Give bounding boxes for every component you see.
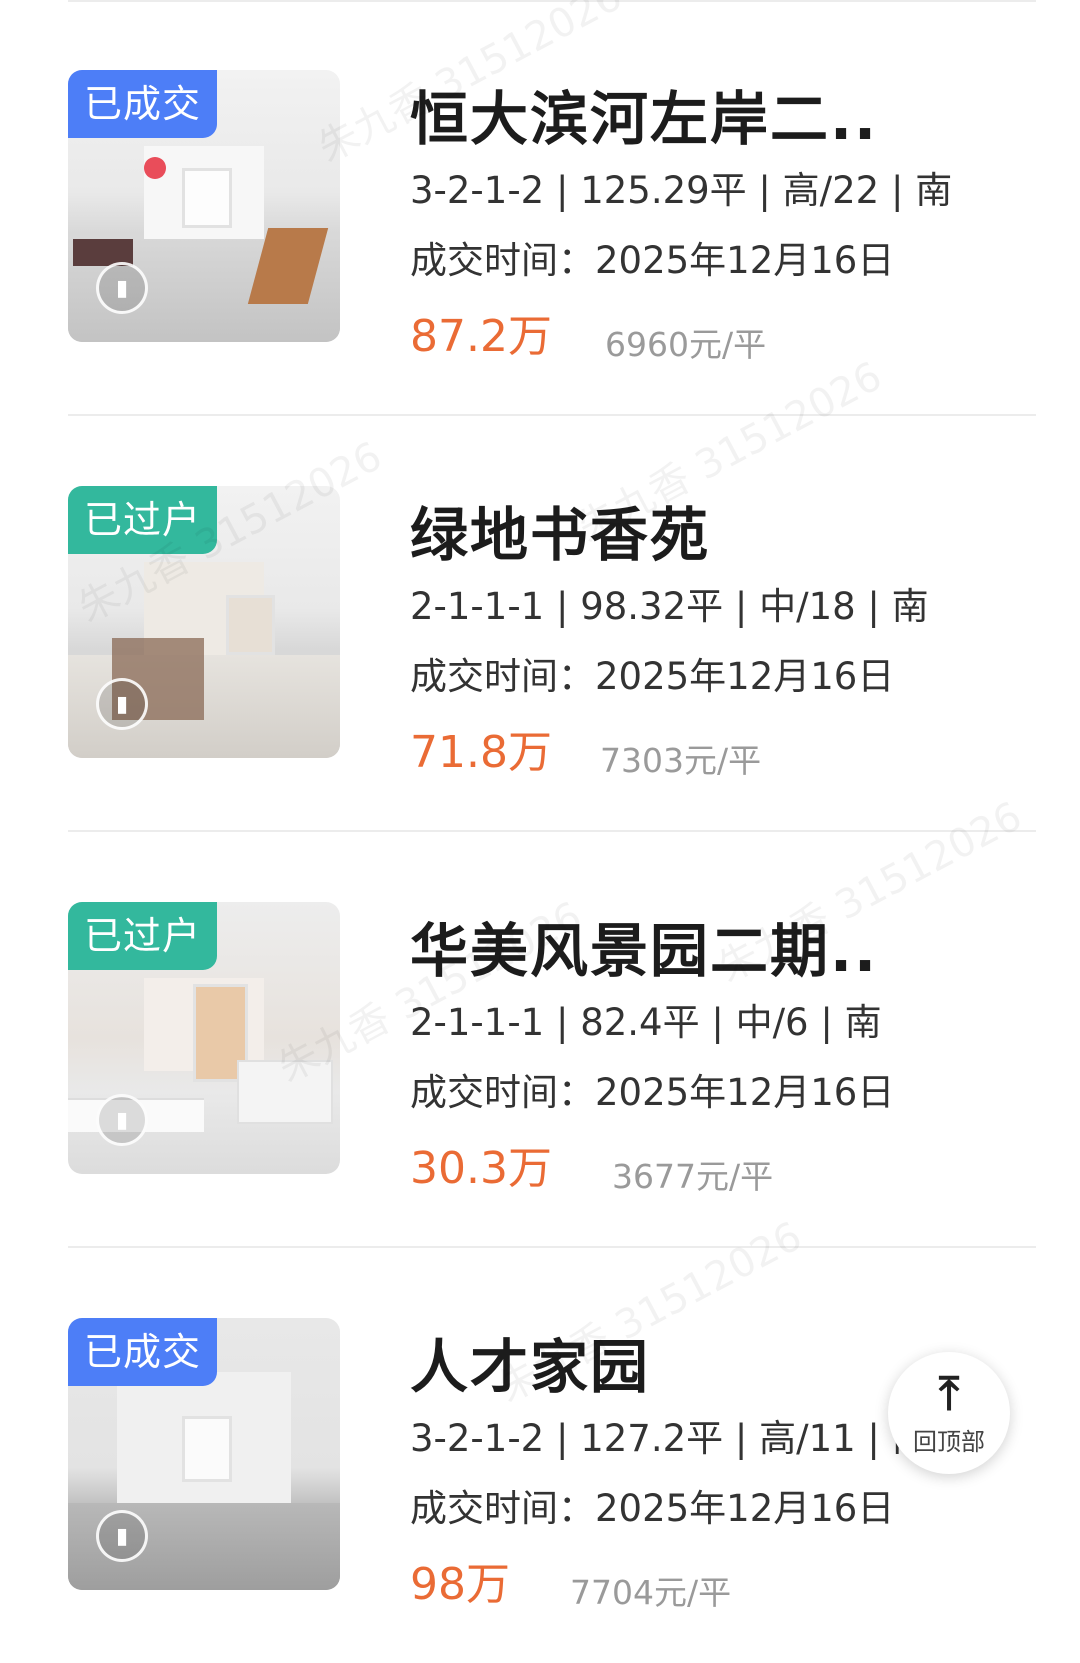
back-to-top-button[interactable]: ⤒ 回顶部 (888, 1352, 1010, 1474)
room-window (182, 167, 232, 229)
deal-time: 成交时间：2025年12月16日 (410, 1487, 895, 1530)
vr-view-icon[interactable]: ▮ (96, 1510, 148, 1562)
unit-price: 7704元/平 (570, 1573, 732, 1612)
total-price: 30.3万 (410, 1143, 552, 1194)
vr-view-icon[interactable]: ▮ (96, 262, 148, 314)
deal-time: 成交时间：2025年12月16日 (410, 239, 895, 282)
status-badge: 已过户 (68, 486, 218, 554)
listing-specs: 2-1-1-1 | 82.4平 | 中/6 | 南 (410, 1001, 882, 1044)
listing-specs: 3-2-1-2 | 125.29平 | 高/22 | 南 (410, 169, 953, 212)
listing-title[interactable]: 人才家园 (410, 1320, 650, 1404)
decor-shape (144, 157, 166, 179)
room-window (225, 594, 276, 656)
room-window (182, 1415, 232, 1482)
listing-card[interactable]: ▮ 已过户 绿地书香苑 2-1-1-1 | 98.32平 | 中/18 | 南 … (0, 416, 1080, 831)
listing-card[interactable]: ▮ 已过户 华美风景园二期.. 2-1-1-1 | 82.4平 | 中/6 | … (0, 832, 1080, 1247)
listing-card[interactable]: ▮ 已成交 恒大滨河左岸二.. 3-2-1-2 | 125.29平 | 高/22… (0, 0, 1080, 415)
listing-photo[interactable]: ▮ 已过户 (68, 902, 340, 1174)
total-price: 87.2万 (410, 311, 552, 362)
listing-photo[interactable]: ▮ 已成交 (68, 70, 340, 342)
sofa-shape (236, 1059, 334, 1124)
status-badge: 已过户 (68, 902, 218, 970)
listing-specs: 2-1-1-1 | 98.32平 | 中/18 | 南 (410, 585, 929, 628)
back-to-top-label: 回顶部 (913, 1427, 985, 1456)
unit-price: 7303元/平 (600, 741, 762, 780)
status-badge: 已成交 (68, 1318, 218, 1386)
listing-specs: 3-2-1-2 | 127.2平 | 高/11 | 南 (410, 1417, 929, 1460)
listing-title[interactable]: 恒大滨河左岸二.. (410, 72, 878, 156)
deal-time: 成交时间：2025年12月16日 (410, 655, 895, 698)
total-price: 98万 (410, 1559, 510, 1610)
unit-price: 3677元/平 (612, 1157, 774, 1196)
listing-title[interactable]: 华美风景园二期.. (410, 904, 878, 988)
vr-view-icon[interactable]: ▮ (96, 678, 148, 730)
unit-price: 6960元/平 (605, 325, 767, 364)
listing-title[interactable]: 绿地书香苑 (410, 488, 710, 572)
deal-time: 成交时间：2025年12月16日 (410, 1071, 895, 1114)
arrow-up-icon: ⤒ (938, 1365, 960, 1420)
listing-photo[interactable]: ▮ 已成交 (68, 1318, 340, 1590)
vr-view-icon[interactable]: ▮ (96, 1094, 148, 1146)
listing-photo[interactable]: ▮ 已过户 (68, 486, 340, 758)
total-price: 71.8万 (410, 727, 552, 778)
status-badge: 已成交 (68, 70, 218, 138)
